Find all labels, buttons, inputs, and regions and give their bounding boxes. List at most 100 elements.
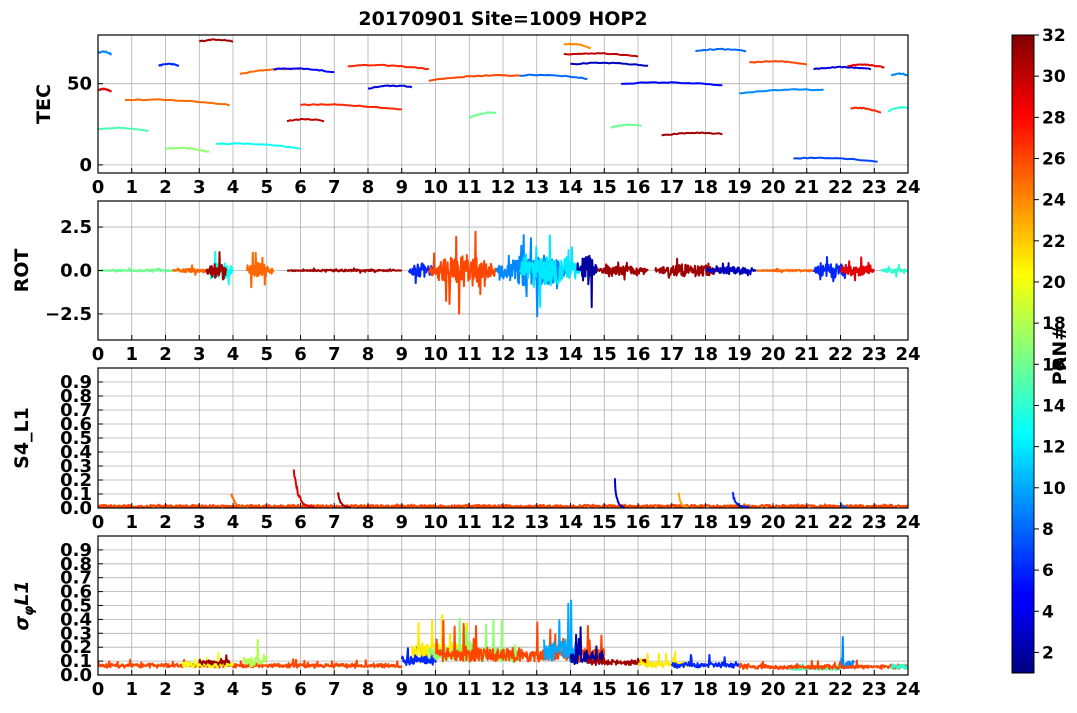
x-tick-label: 10 [423, 344, 448, 365]
series-line-prn-12 [519, 234, 582, 308]
x-tick-label: 22 [828, 344, 853, 365]
series-line-prn-15 [98, 126, 149, 132]
colorbar-tick-label: 10 [1042, 479, 1066, 499]
y-tick-label: 0.9 [60, 540, 92, 561]
x-tick-label: 11 [457, 344, 482, 365]
colorbar-tick-label: 6 [1042, 561, 1054, 581]
y-tick-label: −2.5 [45, 304, 92, 325]
series-line-prn-27 [300, 103, 402, 111]
x-tick-label: 24 [895, 344, 920, 365]
x-tick-label: 9 [395, 177, 408, 198]
x-tick-label: 9 [395, 512, 408, 533]
series-line-prn-31 [198, 38, 234, 43]
series-line-prn-29 [98, 87, 113, 93]
x-tick-label: 23 [862, 344, 887, 365]
x-tick-label: 18 [693, 679, 718, 700]
x-tick-label: 15 [592, 177, 617, 198]
series-line-prn-25 [124, 98, 230, 107]
x-tick-label: 15 [592, 344, 617, 365]
x-tick-label: 22 [828, 512, 853, 533]
x-tick-label: 1 [125, 177, 138, 198]
x-tick-label: 1 [125, 344, 138, 365]
series-line-prn-2 [576, 254, 599, 309]
x-tick-label: 21 [794, 344, 819, 365]
x-tick-label: 16 [625, 512, 650, 533]
x-tick-label: 1 [125, 679, 138, 700]
x-tick-label: 14 [558, 177, 583, 198]
x-tick-label: 3 [193, 344, 206, 365]
x-tick-label: 24 [895, 512, 920, 533]
y-axis-label: S4_L1 [11, 407, 33, 469]
panel-s4: 0 1 2 3 4 5 6 7 8 9 10 11 12 13 14 15 16 17 18 19 20 21 22 23 24… [11, 367, 921, 533]
x-tick-label: 20 [760, 177, 785, 198]
series-line-prn-9 [739, 88, 824, 95]
x-tick-label: 11 [457, 679, 482, 700]
chart-title: 20170901 Site=1009 HOP2 [358, 8, 647, 30]
x-tick-label: 7 [328, 177, 341, 198]
x-tick-label: 12 [490, 344, 515, 365]
series-line-prn-26 [427, 230, 497, 315]
x-tick-label: 7 [328, 344, 341, 365]
x-tick-label: 4 [227, 512, 240, 533]
colorbar-gradient [1011, 34, 1035, 674]
y-tick-label: 2.5 [60, 217, 92, 238]
colorbar-tick-label: 20 [1042, 273, 1066, 293]
x-tick-label: 14 [558, 344, 583, 365]
series-line-prn-8 [839, 501, 848, 508]
y-tick-label: 0.9 [60, 372, 92, 393]
x-tick-label: 19 [727, 679, 752, 700]
x-tick-label: 17 [659, 679, 684, 700]
colorbar-tick-label: 22 [1042, 232, 1066, 252]
panel-sigma: 0 1 2 3 4 5 6 7 8 9 10 11 12 13 14 15 16 17 18 19 20 21 22 23 24… [11, 535, 921, 700]
x-tick-label: 19 [727, 512, 752, 533]
x-tick-label: 1 [125, 512, 138, 533]
series-line-prn-3 [570, 61, 649, 67]
panels: 0 1 2 3 4 5 6 7 8 9 10 11 12 13 14 15 16 17 18 19 20 21 22 23 24… [11, 34, 921, 700]
x-tick-label: 22 [828, 177, 853, 198]
x-tick-label: 19 [727, 344, 752, 365]
panel-tec: 0 1 2 3 4 5 6 7 8 9 10 11 12 13 14 15 16 17 18 19 20 21 22 23 24… [33, 34, 921, 198]
x-tick-label: 2 [159, 344, 172, 365]
series-line-prn-31 [596, 261, 649, 281]
series-line-prn-8 [519, 73, 588, 80]
series-line-prn-7 [793, 156, 878, 163]
x-tick-label: 5 [260, 679, 273, 700]
series-line-prn-4 [813, 65, 872, 71]
series-line-prn-17 [165, 146, 210, 153]
x-tick-label: 12 [490, 177, 515, 198]
x-tick-label: 3 [193, 177, 206, 198]
x-tick-label: 3 [193, 679, 206, 700]
colorbar-tick-label: 12 [1042, 438, 1066, 458]
x-tick-label: 8 [362, 177, 375, 198]
x-tick-label: 21 [794, 679, 819, 700]
x-tick-label: 5 [260, 512, 273, 533]
x-tick-label: 4 [227, 679, 240, 700]
x-tick-label: 5 [260, 177, 273, 198]
x-tick-label: 18 [693, 512, 718, 533]
y-tick-label: 0 [79, 155, 92, 176]
grid [97, 368, 909, 509]
series-line-prn-27 [850, 106, 882, 114]
series-line-prn-9 [839, 636, 855, 670]
x-tick-label: 19 [727, 177, 752, 198]
x-tick-label: 21 [794, 512, 819, 533]
x-tick-label: 2 [159, 177, 172, 198]
x-tick-label: 11 [457, 177, 482, 198]
series-line-prn-4 [367, 84, 413, 90]
series-line-prn-31 [661, 131, 723, 137]
series-line-prn-9 [98, 50, 112, 56]
x-tick-label: 23 [862, 512, 887, 533]
x-tick-label: 15 [592, 679, 617, 700]
figure: 20170901 Site=1009 HOP2 0 1 2 3 4 5 6 7 8 9 10 11 12… [11, 8, 1071, 700]
colorbar-tick-label: 4 [1042, 602, 1054, 622]
x-tick-label: 2 [159, 679, 172, 700]
x-tick-label: 0 [92, 679, 105, 700]
colorbar-tick-label: 2 [1042, 643, 1054, 663]
x-tick-label: 18 [693, 344, 718, 365]
x-tick-label: 6 [294, 177, 307, 198]
x-tick-label: 0 [92, 512, 105, 533]
x-tick-label: 8 [362, 344, 375, 365]
x-tick-label: 14 [558, 679, 583, 700]
series-line-prn-14 [887, 106, 908, 113]
series-line-prn-31 [336, 492, 352, 508]
